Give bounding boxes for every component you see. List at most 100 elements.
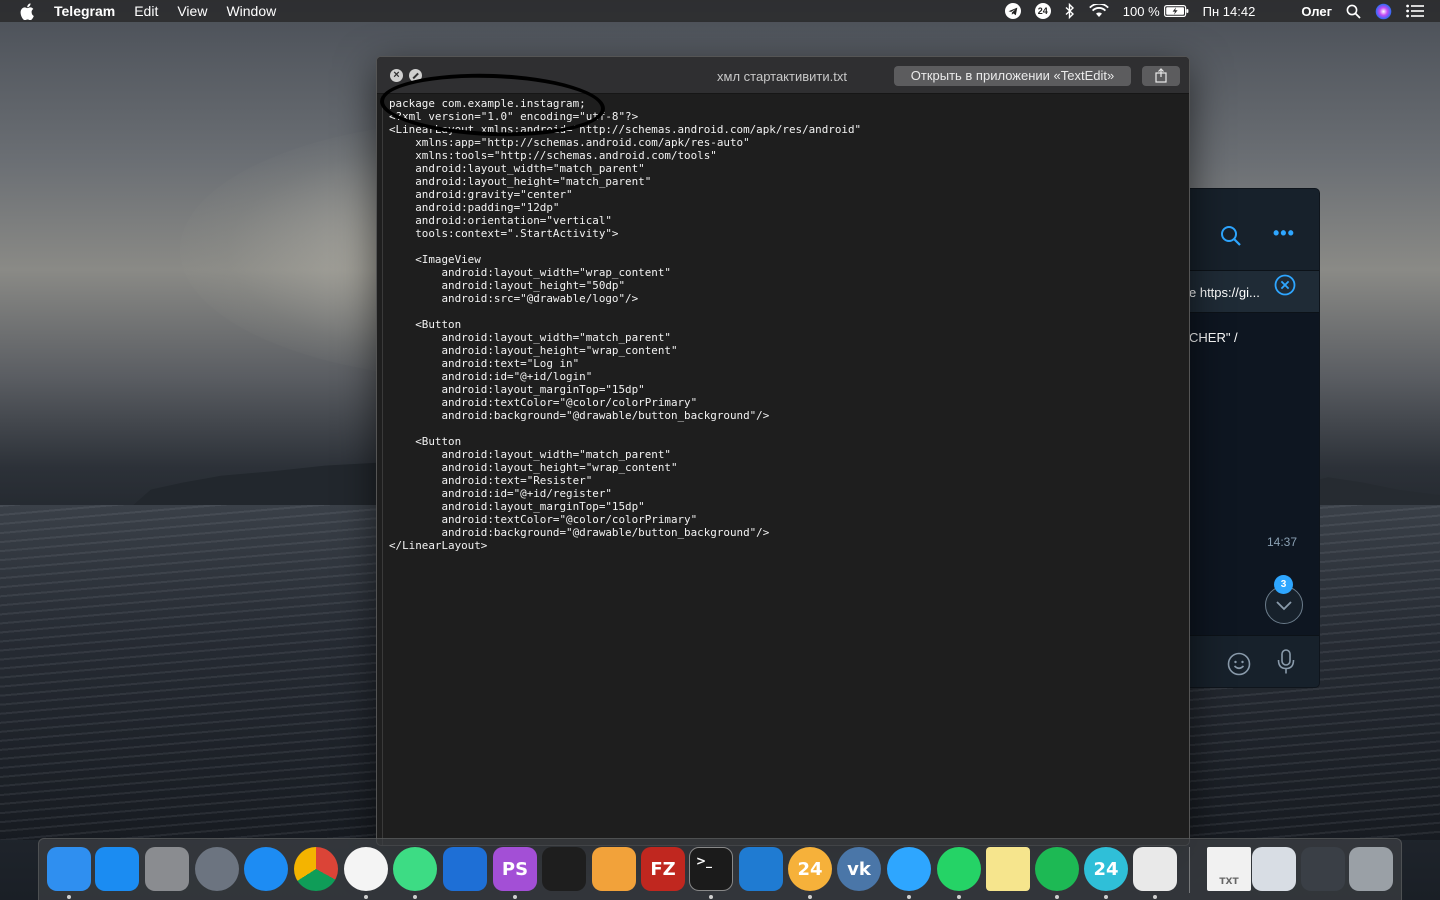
phpstorm-icon[interactable]: PS (493, 847, 537, 891)
filezilla-icon[interactable]: FZ (641, 847, 685, 891)
share-button[interactable] (1142, 66, 1180, 86)
message-time: 14:37 (1267, 535, 1298, 549)
microphone-icon[interactable] (1277, 649, 1295, 680)
telegram-status-icon[interactable] (1004, 3, 1021, 19)
wallpaper-island-left (130, 462, 390, 508)
safari-icon[interactable] (244, 847, 288, 891)
vk-icon[interactable]: vk (837, 847, 881, 891)
share-icon (1155, 68, 1167, 83)
code-line: android:layout_marginTop="15dp" (389, 383, 645, 396)
code-line: xmlns:tools="http://schemas.android.com/… (389, 149, 717, 162)
code-line: <LinearLayout xmlns:android="http://sche… (389, 123, 862, 136)
wifi-icon[interactable] (1088, 4, 1109, 18)
notification-center-icon[interactable] (1406, 4, 1424, 18)
code-line: package com.example.instagram; (389, 97, 586, 110)
battery-percent[interactable]: 100 % (1123, 4, 1160, 19)
code-line: android:background="@drawable/button_bac… (389, 526, 770, 539)
telegram-chat-header: ••• (1189, 189, 1319, 271)
whatsapp-icon[interactable] (937, 847, 981, 891)
spotlight-icon[interactable] (1346, 4, 1361, 19)
figma-icon[interactable] (542, 847, 586, 891)
code-line: android:layout_marginTop="15dp" (389, 500, 645, 513)
running-indicator (709, 895, 713, 899)
telegram-icon[interactable] (887, 847, 931, 891)
menu-view[interactable]: View (177, 3, 207, 19)
24-status-icon[interactable]: 24 (1034, 3, 1051, 19)
textedit-icon[interactable] (1133, 847, 1177, 891)
open-in-textedit-button[interactable]: Открыть в приложении «TextEdit» (894, 66, 1131, 86)
message-input-bar[interactable] (1189, 635, 1319, 687)
unread-badge: 3 (1274, 575, 1293, 594)
chrome-icon[interactable] (294, 847, 338, 891)
fullscreen-button[interactable] (409, 69, 422, 82)
search-icon[interactable] (1220, 225, 1242, 252)
code-line: android:id="@+id/register" (389, 487, 612, 500)
file-preview[interactable]: package com.example.instagram; <?xml vers… (382, 95, 1186, 845)
code-line: <Button (389, 435, 462, 448)
menu-app-name[interactable]: Telegram (54, 3, 115, 19)
quicklook-titlebar: × хмл стартактивити.txt Открыть в прилож… (377, 57, 1189, 94)
menu-edit[interactable]: Edit (134, 3, 158, 19)
code-line: android:layout_height="match_parent" (389, 175, 652, 188)
code-line: android:gravity="center" (389, 188, 573, 201)
telegram-window: ••• e https://gi... CHER" / 14:37 3 (1189, 188, 1320, 688)
icq-24-icon[interactable]: 24 (788, 847, 832, 891)
code-line: android:textColor="@color/colorPrimary" (389, 513, 698, 526)
running-indicator (1153, 895, 1157, 899)
clock[interactable]: Пн 14:42 (1203, 4, 1256, 19)
24-messenger-icon[interactable]: 24 (1084, 847, 1128, 891)
code-line: <Button (389, 318, 462, 331)
running-indicator (513, 895, 517, 899)
russian-flag-icon[interactable] (1269, 5, 1287, 17)
code-line: android:textColor="@color/colorPrimary" (389, 396, 698, 409)
notes-icon[interactable] (986, 847, 1030, 891)
code-line: xmlns:app="http://schemas.android.com/ap… (389, 136, 750, 149)
code-line: android:layout_width="wrap_content" (389, 266, 671, 279)
transmit-icon[interactable] (592, 847, 636, 891)
running-indicator (364, 895, 368, 899)
siri-icon[interactable] (1375, 3, 1392, 20)
battery-icon[interactable] (1163, 5, 1189, 17)
code-line: android:layout_width="match_parent" (389, 448, 671, 461)
code-line: android:background="@drawable/button_bac… (389, 409, 770, 422)
txt-document-icon[interactable]: TXT (1207, 847, 1251, 891)
code-line: android:layout_height="wrap_content" (389, 344, 678, 357)
terminal-icon[interactable]: >_ (689, 847, 733, 891)
close-pinned-icon[interactable] (1274, 274, 1296, 301)
more-icon[interactable]: ••• (1273, 223, 1295, 244)
menu-window[interactable]: Window (226, 3, 276, 19)
code-line: android:layout_height="wrap_content" (389, 461, 678, 474)
running-indicator (67, 895, 71, 899)
user-name[interactable]: Олег (1301, 4, 1332, 19)
apple-icon[interactable] (18, 2, 36, 20)
android-studio-icon[interactable] (393, 847, 437, 891)
pinned-message-text: e https://gi... (1189, 285, 1260, 300)
emoji-icon[interactable] (1227, 652, 1251, 681)
app-store-icon[interactable] (95, 847, 139, 891)
trash-icon[interactable] (1349, 847, 1393, 891)
code-line: android:layout_width="match_parent" (389, 331, 671, 344)
menu-bar: Telegram Edit View Window 24 100 % Пн 14… (0, 0, 1440, 22)
system-preferences-icon[interactable] (145, 847, 189, 891)
screenshot-preview-icon[interactable] (1252, 847, 1296, 891)
bluetooth-icon[interactable] (1065, 3, 1075, 19)
launchpad-icon[interactable] (195, 847, 239, 891)
code-line: android:layout_width="match_parent" (389, 162, 645, 175)
downloads-stack-icon[interactable] (1301, 847, 1345, 891)
code-line: tools:context=".StartActivity"> (389, 227, 619, 240)
code-line: </LinearLayout> (389, 539, 488, 552)
file-name: хмл стартактивити.txt (717, 69, 847, 84)
close-button[interactable]: × (390, 69, 403, 82)
spotify-icon[interactable] (1035, 847, 1079, 891)
yandex-browser-icon[interactable] (344, 847, 388, 891)
code-line: <ImageView (389, 253, 481, 266)
finder-icon[interactable] (47, 847, 91, 891)
code-line: android:text="Log in" (389, 357, 580, 370)
trello-icon[interactable] (739, 847, 783, 891)
running-indicator (808, 895, 812, 899)
pinned-message-bar[interactable]: e https://gi... (1189, 271, 1319, 313)
dock-separator (1189, 847, 1190, 893)
xcode-icon[interactable] (443, 847, 487, 891)
